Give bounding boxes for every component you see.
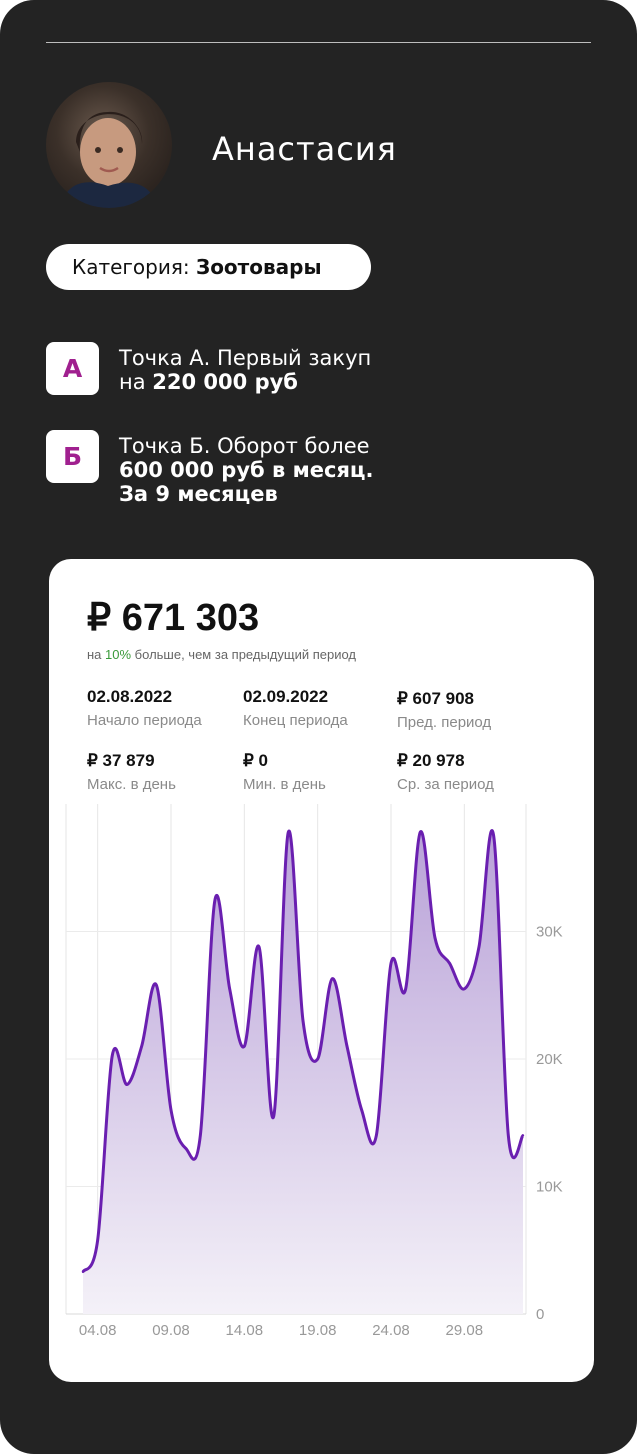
chart-point: [507, 1134, 510, 1137]
chart-point: [419, 830, 422, 834]
chart-point: [463, 987, 466, 991]
chart-point: [331, 977, 334, 980]
chart-point: [169, 1108, 173, 1112]
stat-value: ₽ 0: [243, 751, 268, 770]
x-tick-label: 04.08: [79, 1322, 117, 1339]
profile-name: Анастасия: [212, 130, 397, 168]
chart-area: [83, 830, 523, 1314]
comparison-note: на 10% больше, чем за предыдущий период: [87, 647, 356, 662]
chart-point: [125, 1083, 129, 1086]
chart-point: [155, 983, 158, 987]
chart-y-ticks: 0 10K 20K 30K: [536, 924, 563, 1324]
chart-point: [448, 962, 451, 965]
point-b-line3: За 9 месяцев: [119, 482, 278, 506]
chart-point: [521, 1134, 525, 1137]
stats-card: ₽ 671 303 на 10% больше, чем за предыдущ…: [49, 559, 594, 1382]
chart-point: [301, 1019, 305, 1022]
profile-card: Анастасия Категория: Зоотовары А Точка А…: [0, 0, 637, 1454]
stat-value: 02.08.2022: [87, 687, 173, 706]
avatar-portrait-icon: [60, 111, 158, 208]
chart-point: [243, 1045, 246, 1048]
y-tick-label: 20K: [536, 1051, 563, 1068]
chart-point: [213, 898, 217, 901]
chart-point: [96, 1238, 99, 1242]
chart-point: [287, 830, 290, 834]
point-a-text: Точка А. Первый закуп на 220 000 руб: [119, 346, 371, 394]
category-value: Зоотовары: [195, 255, 322, 279]
stat-label: Ср. за период: [397, 776, 494, 793]
stat-value: ₽ 37 879: [87, 751, 155, 770]
stat-min-day: ₽ 0 Мин. в день: [243, 751, 326, 793]
chart-point: [184, 1147, 187, 1150]
stat-avg-period: ₽ 20 978 Ср. за период: [397, 751, 494, 793]
y-tick-label: 30K: [536, 924, 563, 941]
chart-point: [111, 1053, 114, 1057]
x-tick-label: 29.08: [446, 1322, 484, 1339]
category-label: Категория:: [72, 255, 196, 279]
divider: [46, 42, 591, 43]
point-a-amount: 220 000 руб: [152, 370, 298, 394]
note-prefix: на: [87, 647, 106, 662]
total-amount: ₽ 671 303: [87, 597, 260, 639]
y-tick-label: 10K: [536, 1179, 563, 1196]
stat-period-end: 02.09.2022 Конец периода: [243, 687, 348, 729]
chart-point: [81, 1270, 85, 1274]
x-tick-label: 14.08: [226, 1322, 264, 1339]
note-percent: 10%: [105, 647, 132, 662]
note-suffix: больше, чем за предыдущий период: [131, 647, 357, 662]
stat-prev-period: ₽ 607 908 Пред. период: [397, 689, 491, 731]
stat-label: Мин. в день: [243, 776, 326, 793]
chart-point: [389, 962, 393, 965]
badge-a: А: [46, 342, 99, 395]
point-a-line1: Точка А. Первый закуп: [119, 346, 372, 370]
point-b-text: Точка Б. Оборот более 600 000 руб в меся…: [119, 434, 373, 506]
chart-x-ticks: 04.08 09.08 14.08 19.08 24.08 29.08: [79, 1322, 483, 1339]
stat-label: Начало периода: [87, 712, 202, 729]
chart-point: [345, 1045, 349, 1048]
stat-label: Пред. период: [397, 714, 492, 731]
stat-value: 02.09.2022: [243, 687, 329, 706]
chart-point: [492, 834, 495, 838]
stat-max-day: ₽ 37 879 Макс. в день: [87, 751, 176, 793]
chart-point: [360, 1108, 363, 1112]
point-b-line1: Точка Б. Оборот более: [119, 434, 370, 458]
chart-point: [375, 1134, 378, 1137]
chart-point: [316, 1057, 319, 1061]
x-tick-label: 24.08: [372, 1322, 410, 1339]
badge-b: Б: [46, 430, 99, 483]
stat-period-start: 02.08.2022 Начало периода: [87, 687, 202, 729]
y-tick-label: 0: [536, 1306, 544, 1323]
chart-point: [477, 945, 481, 948]
point-a-prefix: на: [119, 370, 153, 394]
chart-point: [272, 1115, 275, 1118]
avatar: [46, 82, 172, 208]
chart-point: [433, 936, 437, 940]
x-tick-label: 19.08: [299, 1322, 337, 1339]
chart-point: [228, 987, 231, 991]
stat-label: Конец периода: [243, 712, 348, 729]
chart-point: [257, 945, 261, 948]
stat-value: ₽ 607 908: [397, 689, 474, 708]
x-tick-label: 09.08: [152, 1322, 190, 1339]
point-b-line2: 600 000 руб в месяц.: [119, 458, 374, 482]
category-pill: Категория: Зоотовары: [46, 244, 371, 290]
point-a-line2: на 220 000 руб: [119, 370, 371, 394]
revenue-chart: 04.08 09.08 14.08 19.08 24.08 29.08 0 10K 20K 30…: [65, 804, 563, 1339]
chart-point: [199, 1134, 202, 1137]
chart-point: [404, 987, 407, 991]
stat-label: Макс. в день: [87, 776, 176, 793]
stat-value: ₽ 20 978: [397, 751, 465, 770]
chart-point: [140, 1045, 143, 1048]
